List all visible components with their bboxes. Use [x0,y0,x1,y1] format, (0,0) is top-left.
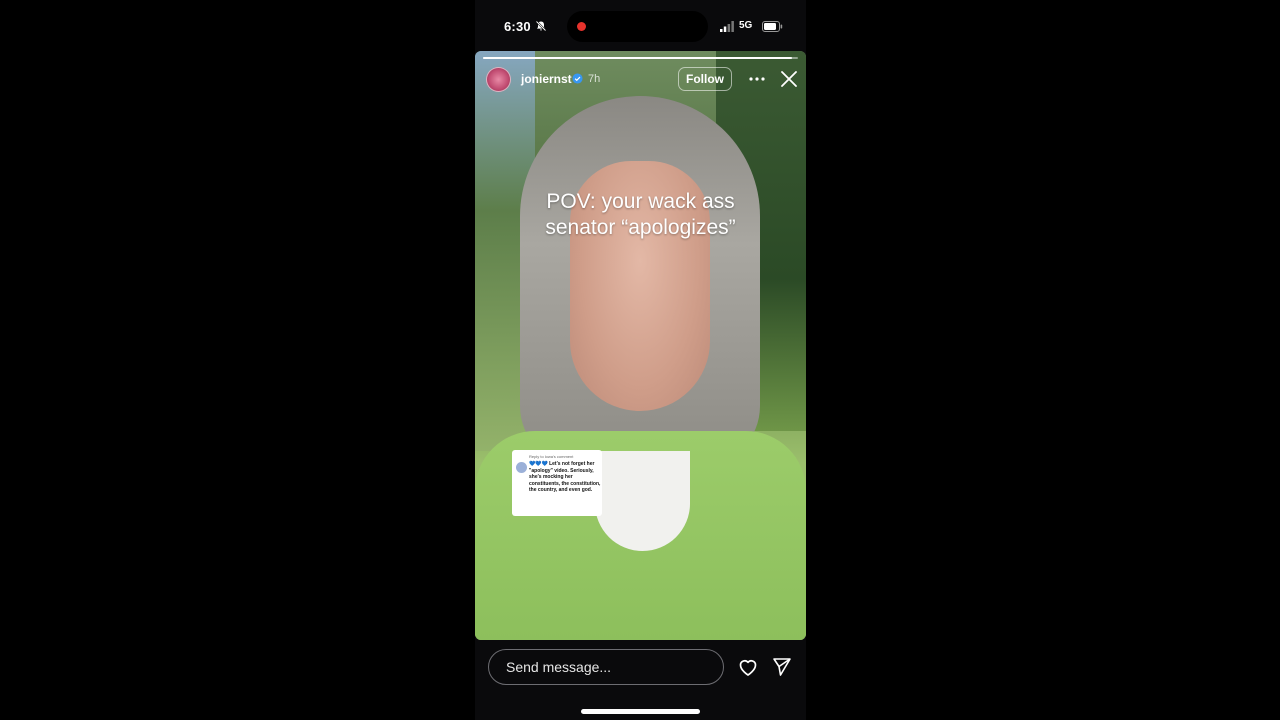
reply-body: 💙💙💙 Let's not forget her "apology" video… [529,461,601,494]
person-collar [595,451,690,551]
reply-header: Reply to lowa's comment [529,454,574,459]
avatar[interactable] [486,67,511,92]
reply-comment-sticker[interactable]: Reply to lowa's comment 💙💙💙 Let's not fo… [512,450,602,516]
phone-screen: 6:30 5G jonierns​t 7h [475,0,806,720]
battery-icon [762,21,783,32]
send-icon[interactable] [772,657,792,677]
close-icon[interactable] [781,71,797,87]
status-time: 6:30 [504,19,531,34]
heart-icon[interactable] [737,656,759,678]
story-media[interactable]: jonierns​t 7h Follow POV: your wack ass … [475,51,806,640]
signal-icon [720,21,734,32]
send-message-input[interactable] [488,649,724,685]
story-caption: POV: your wack ass senator “apologizes” [475,189,806,241]
bell-slash-icon [535,20,547,32]
verified-badge-icon [572,73,583,84]
caption-line-1: POV: your wack ass [546,190,735,213]
story-time-ago: 7h [588,73,601,85]
recording-indicator-icon [577,22,586,31]
caption-line-2: senator “apologizes” [545,216,736,239]
more-options-icon[interactable] [749,77,765,81]
network-type: 5G [739,20,753,31]
follow-button[interactable]: Follow [678,67,732,91]
story-progress-fill [483,57,792,59]
reply-avatar [516,462,527,473]
home-indicator[interactable] [581,709,700,714]
story-progress-bar [483,57,798,59]
story-username[interactable]: jonierns​t [521,72,572,86]
dynamic-island [567,11,708,42]
